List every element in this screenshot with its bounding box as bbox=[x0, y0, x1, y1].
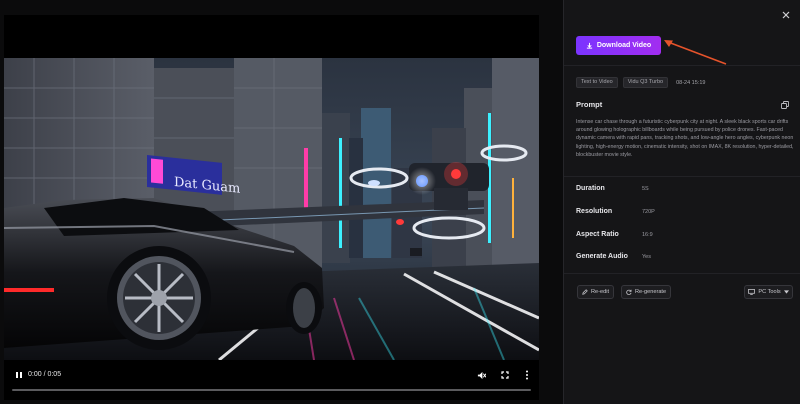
video-frame-cyberpunk-car[interactable]: Dat Guam bbox=[4, 58, 539, 360]
spec-value-generate-audio: Yes bbox=[642, 254, 651, 260]
spec-label-duration: Duration bbox=[576, 185, 605, 192]
video-panel: Dat Guam 0:00 / 0:05 bbox=[0, 0, 563, 404]
tag-row: Text to Video Vidu Q3 Turbo 08-24 15:19 bbox=[576, 77, 705, 88]
fullscreen-icon[interactable] bbox=[498, 368, 512, 382]
spec-value-resolution: 720P bbox=[642, 209, 655, 215]
refresh-icon bbox=[626, 289, 632, 295]
re-generate-button[interactable]: Re-generate bbox=[621, 285, 672, 299]
spec-label-generate-audio: Generate Audio bbox=[576, 253, 628, 260]
progress-bar[interactable] bbox=[12, 389, 531, 391]
time-readout: 0:00 / 0:05 bbox=[28, 371, 62, 378]
spec-value-duration: 5S bbox=[642, 186, 649, 192]
pc-tools-dropdown[interactable]: PC Tools bbox=[744, 285, 793, 299]
pc-tools-label: PC Tools bbox=[758, 289, 781, 295]
separator bbox=[564, 273, 800, 274]
tag-mode: Text to Video bbox=[576, 77, 618, 88]
separator bbox=[564, 176, 800, 177]
separator bbox=[564, 65, 800, 66]
download-icon bbox=[586, 42, 592, 49]
spec-label-resolution: Resolution bbox=[576, 208, 613, 215]
tag-model: Vidu Q3 Turbo bbox=[622, 77, 669, 88]
video-controls: 0:00 / 0:05 bbox=[4, 360, 539, 400]
more-vertical-icon[interactable] bbox=[520, 368, 534, 382]
prompt-title: Prompt bbox=[576, 100, 603, 109]
caret-down-icon bbox=[783, 290, 789, 294]
copy-icon[interactable] bbox=[780, 100, 790, 110]
video-player[interactable]: Dat Guam 0:00 / 0:05 bbox=[4, 15, 539, 400]
created-date: 08-24 15:19 bbox=[676, 79, 706, 86]
mute-icon[interactable] bbox=[474, 368, 488, 382]
detail-panel: Download Video Text to Video Vidu Q3 Tur… bbox=[564, 0, 800, 404]
annotation-arrow bbox=[664, 40, 727, 65]
spec-value-aspect-ratio: 16:9 bbox=[642, 232, 653, 238]
edit-icon bbox=[582, 289, 588, 295]
close-icon[interactable] bbox=[778, 7, 794, 23]
re-edit-button[interactable]: Re-edit bbox=[577, 285, 615, 299]
download-video-label: Download Video bbox=[596, 42, 652, 49]
re-generate-label: Re-generate bbox=[635, 289, 667, 295]
spec-label-aspect-ratio: Aspect Ratio bbox=[576, 231, 619, 238]
pause-icon[interactable] bbox=[12, 368, 26, 382]
download-video-button[interactable]: Download Video bbox=[576, 36, 661, 55]
re-edit-label: Re-edit bbox=[591, 289, 610, 295]
prompt-text: Intense car chase through a futuristic c… bbox=[576, 119, 794, 158]
monitor-icon bbox=[748, 289, 756, 295]
